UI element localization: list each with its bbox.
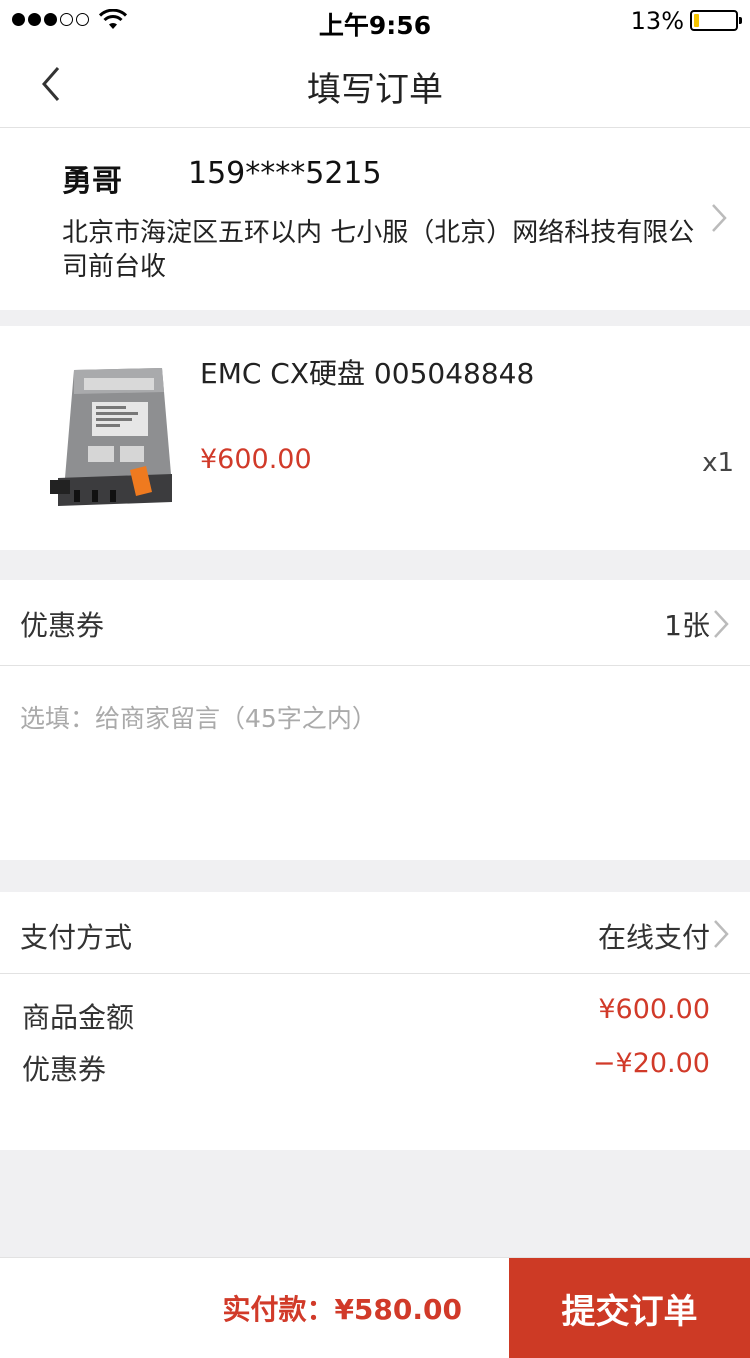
recipient-name: 勇哥 [62,164,122,199]
goods-amount-label: 商品金额 [22,1001,135,1034]
checkout-bar: 实付款：¥580.00 提交订单 [0,1257,750,1358]
nav-bar: 填写订单 [0,40,750,128]
coupon-row[interactable]: 优惠券 1张 [0,580,750,666]
coupon-label: 优惠券 [20,609,105,642]
coupon-count: 1张 [664,609,710,642]
payment-value: 在线支付 [597,921,710,954]
recipient-phone: 159****5215 [188,156,382,191]
page-title: 填写订单 [307,70,443,110]
product-quantity: x1 [702,448,734,478]
address-detail: 北京市海淀区五环以内 七小服（北京）网络科技有限公司前台收 [62,218,695,282]
coupon-discount-value: −¥20.00 [592,1048,710,1079]
payment-method-row[interactable]: 支付方式 在线支付 [0,892,750,974]
total-amount: 实付款：¥580.00 [222,1293,462,1326]
message-input[interactable] [20,704,720,733]
coupon-discount-label: 优惠券 [22,1053,107,1086]
message-box [0,666,750,860]
submit-order-button[interactable]: 提交订单 [509,1258,750,1358]
product-price: ¥600.00 [200,444,312,475]
price-summary: 商品金额 ¥600.00 优惠券 −¥20.00 [0,974,750,1150]
battery-level [694,14,699,27]
battery-percent: 13% [630,7,684,35]
chevron-right-icon [714,920,729,948]
product-name: EMC CX硬盘 005048848 [200,357,535,390]
goods-amount-value: ¥600.00 [598,994,710,1025]
chevron-right-icon [714,610,729,638]
address-card[interactable]: 勇哥 159****5215 北京市海淀区五环以内 七小服（北京）网络科技有限公… [0,128,750,310]
payment-label: 支付方式 [20,921,133,954]
chevron-right-icon [712,204,727,232]
product-item: EMC CX硬盘 005048848 ¥600.00 x1 [0,326,750,550]
status-bar: 上午9:56 13% [0,0,750,40]
product-image [50,368,172,506]
battery-icon [690,10,742,31]
